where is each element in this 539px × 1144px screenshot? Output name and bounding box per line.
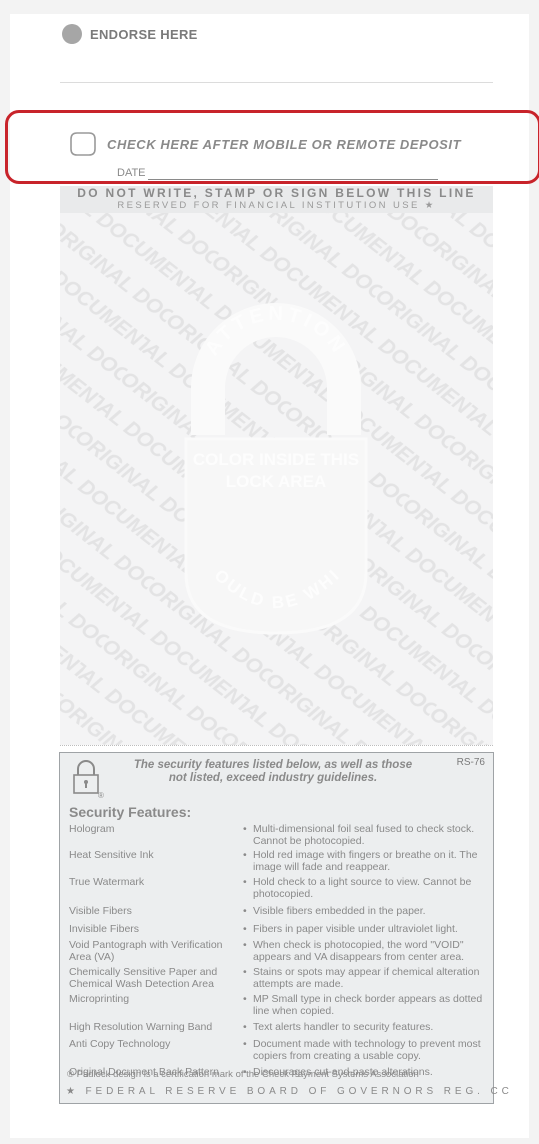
security-intro-line1: The security features listed below, as w… <box>133 759 413 771</box>
security-intro-line2: not listed, exceed industry guidelines. <box>168 772 378 784</box>
feature-description: Fibers in paper visible under ultraviole… <box>253 923 458 935</box>
endorse-dot-icon <box>62 24 82 44</box>
bullet-icon: • <box>243 1021 247 1033</box>
bullet-icon: • <box>243 1038 247 1050</box>
feature-name: True Watermark <box>69 876 145 888</box>
remote-deposit-label: CHECK HERE AFTER MOBILE OR REMOTE DEPOSI… <box>107 137 462 152</box>
date-line[interactable] <box>148 179 438 180</box>
bullet-icon: • <box>243 876 247 888</box>
security-features-box: RS-76 ® The security features listed bel… <box>59 752 509 1104</box>
lock-inside-line1: COLOR INSIDE THIS <box>193 450 359 469</box>
restricted-line2: RESERVED FOR FINANCIAL INSTITUTION USE ★ <box>117 200 436 211</box>
feature-description: Text alerts handler to security features… <box>253 1021 434 1033</box>
bullet-icon: • <box>243 823 247 835</box>
feature-name: Anti Copy Technology <box>69 1038 171 1050</box>
rs-code: RS-76 <box>456 757 485 768</box>
bottom-dotted-divider <box>60 745 493 746</box>
bullet-icon: • <box>243 849 247 861</box>
feature-description: Stains or spots may appear if chemical a… <box>253 966 480 990</box>
signature-line[interactable] <box>60 82 493 83</box>
endorse-section: ENDORSE HERE <box>62 24 198 44</box>
restricted-line1: DO NOT WRITE, STAMP OR SIGN BELOW THIS L… <box>77 186 476 200</box>
feature-name: Visible Fibers <box>69 905 132 917</box>
bullet-icon: • <box>243 939 247 951</box>
bullet-icon: • <box>243 993 247 1005</box>
feature-name: Microprinting <box>69 993 130 1005</box>
padlock-footnote: ® Padlock design is a certification mark… <box>67 1069 419 1080</box>
security-pattern-area: ORIGINAL DOCUMENT ORIGINAL DOCUMENT ATTE… <box>60 213 493 745</box>
feature-name: Void Pantograph with Verification Area (… <box>69 939 223 963</box>
checkbox-icon[interactable] <box>69 131 97 157</box>
bullet-icon: • <box>243 905 247 917</box>
feature-name: High Resolution Warning Band <box>69 1021 213 1033</box>
feature-description: Multi-dimensional foil seal fused to che… <box>253 823 475 847</box>
restricted-banner: DO NOT WRITE, STAMP OR SIGN BELOW THIS L… <box>60 186 493 213</box>
date-label: DATE <box>117 167 146 179</box>
feature-description: Document made with technology to prevent… <box>253 1038 481 1062</box>
lock-graphic: ORIGINAL DOCUMENT ORIGINAL DOCUMENT ATTE… <box>60 213 493 745</box>
feature-name: Hologram <box>69 823 115 835</box>
security-intro: The security features listed below, as w… <box>108 759 438 785</box>
security-features-title: Security Features: <box>69 804 192 820</box>
bullet-icon: • <box>243 923 247 935</box>
endorse-label: ENDORSE HERE <box>90 26 198 42</box>
bullet-icon: • <box>243 966 247 978</box>
feature-description: Visible fibers embedded in the paper. <box>253 905 426 917</box>
padlock-icon: ® <box>73 760 104 799</box>
federal-reserve-line: ★ FEDERAL RESERVE BOARD OF GOVERNORS REG… <box>66 1086 513 1097</box>
lock-inside-line2: LOCK AREA <box>226 472 326 491</box>
feature-description: When check is photocopied, the word "VOI… <box>253 939 465 963</box>
svg-text:®: ® <box>98 791 104 799</box>
feature-name: Heat Sensitive Ink <box>69 849 154 861</box>
feature-name: Invisible Fibers <box>69 923 140 935</box>
feature-description: Hold red image with fingers or breathe o… <box>253 849 478 873</box>
feature-description: MP Small type in check border appears as… <box>253 993 483 1017</box>
feature-name: Chemically Sensitive Paper and Chemical … <box>69 966 218 990</box>
feature-description: Hold check to a light source to view. Ca… <box>253 876 472 900</box>
